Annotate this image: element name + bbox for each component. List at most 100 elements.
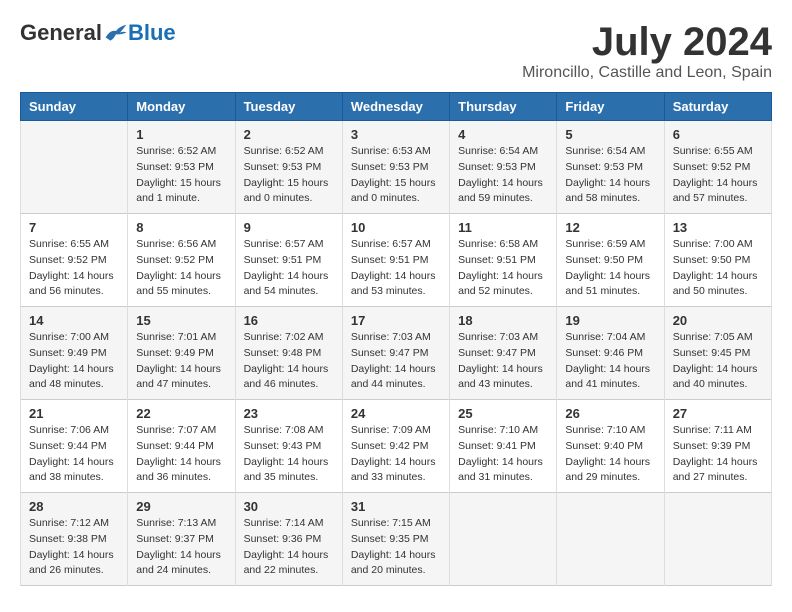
day-number: 6 bbox=[673, 127, 763, 142]
day-number: 23 bbox=[244, 406, 334, 421]
calendar-cell: 16 Sunrise: 7:02 AM Sunset: 9:48 PM Dayli… bbox=[235, 307, 342, 400]
calendar-cell: 26 Sunrise: 7:10 AM Sunset: 9:40 PM Dayli… bbox=[557, 400, 664, 493]
calendar-cell: 7 Sunrise: 6:55 AM Sunset: 9:52 PM Daylig… bbox=[21, 214, 128, 307]
day-number: 14 bbox=[29, 313, 119, 328]
calendar-cell: 15Sunrise: 7:01 AM Sunset: 9:49 PM Dayli… bbox=[128, 307, 235, 400]
day-number: 7 bbox=[29, 220, 119, 235]
day-of-week-header: Wednesday bbox=[342, 93, 449, 121]
day-number: 1 bbox=[136, 127, 226, 142]
cell-content: Sunrise: 6:54 AM Sunset: 9:53 PM Dayligh… bbox=[458, 144, 548, 207]
calendar-cell: 2 Sunrise: 6:52 AM Sunset: 9:53 PM Daylig… bbox=[235, 121, 342, 214]
cell-content: Sunrise: 7:02 AM Sunset: 9:48 PM Dayligh… bbox=[244, 330, 334, 393]
day-number: 30 bbox=[244, 499, 334, 514]
cell-content: Sunrise: 7:00 AM Sunset: 9:49 PM Dayligh… bbox=[29, 330, 119, 393]
calendar-cell: 8 Sunrise: 6:56 AM Sunset: 9:52 PM Daylig… bbox=[128, 214, 235, 307]
day-number: 26 bbox=[565, 406, 655, 421]
day-number: 24 bbox=[351, 406, 441, 421]
calendar-cell: 19 Sunrise: 7:04 AM Sunset: 9:46 PM Dayli… bbox=[557, 307, 664, 400]
cell-content: Sunrise: 6:55 AM Sunset: 9:52 PM Dayligh… bbox=[29, 237, 119, 300]
calendar-cell bbox=[450, 493, 557, 586]
cell-content: Sunrise: 6:58 AM Sunset: 9:51 PM Dayligh… bbox=[458, 237, 548, 300]
cell-content: Sunrise: 7:03 AM Sunset: 9:47 PM Dayligh… bbox=[351, 330, 441, 393]
calendar-cell: 21Sunrise: 7:06 AM Sunset: 9:44 PM Dayli… bbox=[21, 400, 128, 493]
day-number: 17 bbox=[351, 313, 441, 328]
month-year-title: July 2024 bbox=[522, 20, 772, 64]
day-of-week-header: Thursday bbox=[450, 93, 557, 121]
day-of-week-header: Friday bbox=[557, 93, 664, 121]
cell-content: Sunrise: 7:14 AM Sunset: 9:36 PM Dayligh… bbox=[244, 516, 334, 579]
day-number: 9 bbox=[244, 220, 334, 235]
day-number: 5 bbox=[565, 127, 655, 142]
calendar-week-row: 14 Sunrise: 7:00 AM Sunset: 9:49 PM Dayli… bbox=[21, 307, 772, 400]
cell-content: Sunrise: 6:52 AM Sunset: 9:53 PM Dayligh… bbox=[136, 144, 226, 207]
day-number: 11 bbox=[458, 220, 548, 235]
calendar-cell: 28Sunrise: 7:12 AM Sunset: 9:38 PM Dayli… bbox=[21, 493, 128, 586]
calendar-cell: 5 Sunrise: 6:54 AM Sunset: 9:53 PM Daylig… bbox=[557, 121, 664, 214]
calendar-cell: 3Sunrise: 6:53 AM Sunset: 9:53 PM Daylig… bbox=[342, 121, 449, 214]
calendar-cell: 6 Sunrise: 6:55 AM Sunset: 9:52 PM Daylig… bbox=[664, 121, 771, 214]
cell-content: Sunrise: 7:10 AM Sunset: 9:41 PM Dayligh… bbox=[458, 423, 548, 486]
day-number: 19 bbox=[565, 313, 655, 328]
calendar-cell: 22 Sunrise: 7:07 AM Sunset: 9:44 PM Dayli… bbox=[128, 400, 235, 493]
cell-content: Sunrise: 7:15 AM Sunset: 9:35 PM Dayligh… bbox=[351, 516, 441, 579]
day-number: 18 bbox=[458, 313, 548, 328]
cell-content: Sunrise: 6:55 AM Sunset: 9:52 PM Dayligh… bbox=[673, 144, 763, 207]
day-number: 22 bbox=[136, 406, 226, 421]
calendar-cell bbox=[664, 493, 771, 586]
cell-content: Sunrise: 7:10 AM Sunset: 9:40 PM Dayligh… bbox=[565, 423, 655, 486]
cell-content: Sunrise: 7:08 AM Sunset: 9:43 PM Dayligh… bbox=[244, 423, 334, 486]
day-of-week-header: Monday bbox=[128, 93, 235, 121]
cell-content: Sunrise: 7:03 AM Sunset: 9:47 PM Dayligh… bbox=[458, 330, 548, 393]
calendar-cell bbox=[21, 121, 128, 214]
title-section: July 2024 Mironcillo, Castille and Leon,… bbox=[522, 20, 772, 82]
calendar-week-row: 7 Sunrise: 6:55 AM Sunset: 9:52 PM Daylig… bbox=[21, 214, 772, 307]
calendar-cell: 4Sunrise: 6:54 AM Sunset: 9:53 PM Daylig… bbox=[450, 121, 557, 214]
cell-content: Sunrise: 7:12 AM Sunset: 9:38 PM Dayligh… bbox=[29, 516, 119, 579]
cell-content: Sunrise: 6:56 AM Sunset: 9:52 PM Dayligh… bbox=[136, 237, 226, 300]
cell-content: Sunrise: 7:06 AM Sunset: 9:44 PM Dayligh… bbox=[29, 423, 119, 486]
calendar-cell: 12 Sunrise: 6:59 AM Sunset: 9:50 PM Dayli… bbox=[557, 214, 664, 307]
day-number: 13 bbox=[673, 220, 763, 235]
cell-content: Sunrise: 7:05 AM Sunset: 9:45 PM Dayligh… bbox=[673, 330, 763, 393]
calendar-table: SundayMondayTuesdayWednesdayThursdayFrid… bbox=[20, 92, 772, 586]
calendar-week-row: 1 Sunrise: 6:52 AM Sunset: 9:53 PM Daylig… bbox=[21, 121, 772, 214]
calendar-header: SundayMondayTuesdayWednesdayThursdayFrid… bbox=[21, 93, 772, 121]
day-of-week-header: Sunday bbox=[21, 93, 128, 121]
day-number: 12 bbox=[565, 220, 655, 235]
calendar-cell: 1 Sunrise: 6:52 AM Sunset: 9:53 PM Daylig… bbox=[128, 121, 235, 214]
location-subtitle: Mironcillo, Castille and Leon, Spain bbox=[522, 64, 772, 82]
logo-bird-icon bbox=[104, 23, 128, 43]
calendar-cell: 24Sunrise: 7:09 AM Sunset: 9:42 PM Dayli… bbox=[342, 400, 449, 493]
day-number: 25 bbox=[458, 406, 548, 421]
logo-general-text: General bbox=[20, 20, 102, 46]
calendar-cell: 13 Sunrise: 7:00 AM Sunset: 9:50 PM Dayli… bbox=[664, 214, 771, 307]
cell-content: Sunrise: 7:00 AM Sunset: 9:50 PM Dayligh… bbox=[673, 237, 763, 300]
day-number: 2 bbox=[244, 127, 334, 142]
cell-content: Sunrise: 6:54 AM Sunset: 9:53 PM Dayligh… bbox=[565, 144, 655, 207]
cell-content: Sunrise: 6:52 AM Sunset: 9:53 PM Dayligh… bbox=[244, 144, 334, 207]
cell-content: Sunrise: 6:57 AM Sunset: 9:51 PM Dayligh… bbox=[244, 237, 334, 300]
day-of-week-header: Saturday bbox=[664, 93, 771, 121]
calendar-body: 1 Sunrise: 6:52 AM Sunset: 9:53 PM Daylig… bbox=[21, 121, 772, 586]
day-number: 31 bbox=[351, 499, 441, 514]
calendar-cell: 30 Sunrise: 7:14 AM Sunset: 9:36 PM Dayli… bbox=[235, 493, 342, 586]
logo: General Blue bbox=[20, 20, 176, 46]
cell-content: Sunrise: 6:59 AM Sunset: 9:50 PM Dayligh… bbox=[565, 237, 655, 300]
day-number: 8 bbox=[136, 220, 226, 235]
day-number: 16 bbox=[244, 313, 334, 328]
calendar-cell: 11 Sunrise: 6:58 AM Sunset: 9:51 PM Dayli… bbox=[450, 214, 557, 307]
calendar-cell: 9 Sunrise: 6:57 AM Sunset: 9:51 PM Daylig… bbox=[235, 214, 342, 307]
cell-content: Sunrise: 6:57 AM Sunset: 9:51 PM Dayligh… bbox=[351, 237, 441, 300]
cell-content: Sunrise: 7:13 AM Sunset: 9:37 PM Dayligh… bbox=[136, 516, 226, 579]
header-row: SundayMondayTuesdayWednesdayThursdayFrid… bbox=[21, 93, 772, 121]
calendar-cell: 18 Sunrise: 7:03 AM Sunset: 9:47 PM Dayli… bbox=[450, 307, 557, 400]
day-number: 3 bbox=[351, 127, 441, 142]
cell-content: Sunrise: 7:04 AM Sunset: 9:46 PM Dayligh… bbox=[565, 330, 655, 393]
logo-blue-text: Blue bbox=[128, 20, 176, 46]
page-header: General Blue July 2024 Mironcillo, Casti… bbox=[20, 20, 772, 82]
calendar-cell: 17 Sunrise: 7:03 AM Sunset: 9:47 PM Dayli… bbox=[342, 307, 449, 400]
cell-content: Sunrise: 7:07 AM Sunset: 9:44 PM Dayligh… bbox=[136, 423, 226, 486]
calendar-cell: 23 Sunrise: 7:08 AM Sunset: 9:43 PM Dayli… bbox=[235, 400, 342, 493]
calendar-cell: 14 Sunrise: 7:00 AM Sunset: 9:49 PM Dayli… bbox=[21, 307, 128, 400]
day-number: 15 bbox=[136, 313, 226, 328]
